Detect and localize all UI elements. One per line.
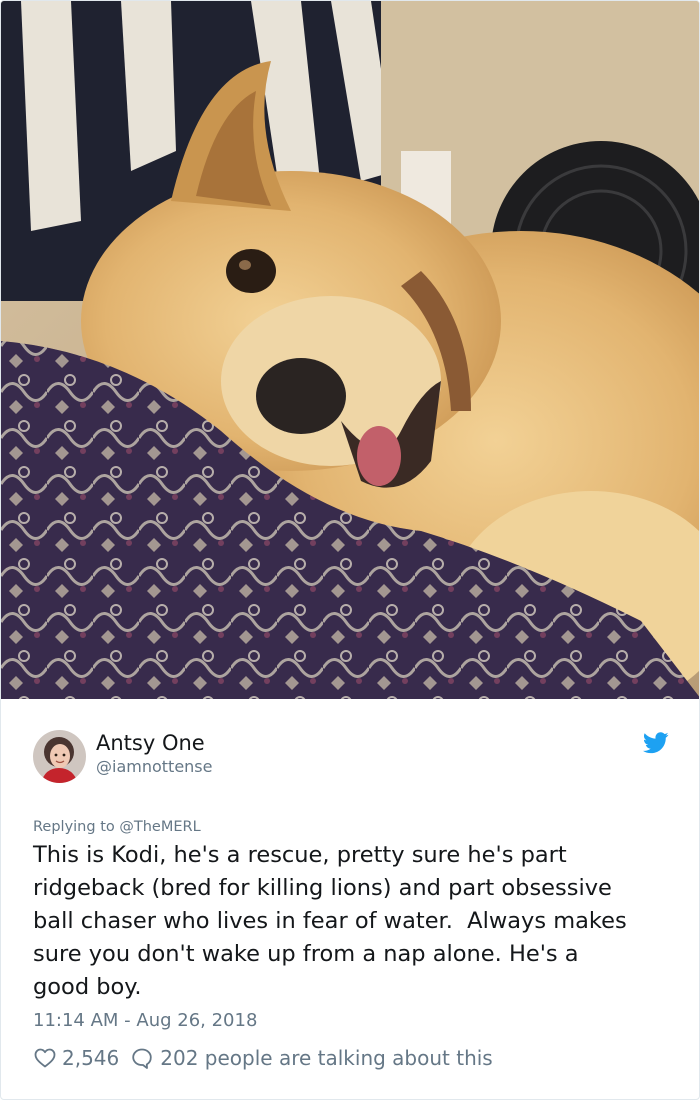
reply-button[interactable]: 202 people are talking about this — [130, 1046, 493, 1070]
replying-to: Replying to @TheMERL — [33, 819, 201, 835]
tweet-timestamp[interactable]: 11:14 AM - Aug 26, 2018 — [33, 1010, 257, 1031]
tweet-photo[interactable] — [1, 1, 700, 699]
replying-prefix: Replying to — [33, 819, 120, 835]
like-count: 2,546 — [62, 1046, 120, 1070]
tweet-card: Antsy One @iamnottense Replying to @TheM… — [0, 0, 700, 1100]
reply-mention-link[interactable]: @TheMERL — [119, 819, 200, 835]
author-name[interactable]: Antsy One — [96, 731, 205, 755]
heart-icon — [34, 1048, 56, 1068]
tweet-header: Antsy One @iamnottense — [33, 729, 673, 789]
tweet-text: This is Kodi, he's a rescue, pretty sure… — [33, 842, 627, 1000]
author-handle[interactable]: @iamnottense — [96, 757, 212, 776]
talking-count: 202 people are talking about this — [160, 1046, 493, 1070]
speech-bubble-icon — [132, 1048, 152, 1069]
twitter-bird-icon[interactable] — [643, 732, 669, 754]
like-button[interactable]: 2,546 — [33, 1046, 119, 1070]
avatar[interactable] — [33, 730, 86, 783]
tweet-actions: 2,546 202 people are talking about this — [33, 1044, 493, 1072]
